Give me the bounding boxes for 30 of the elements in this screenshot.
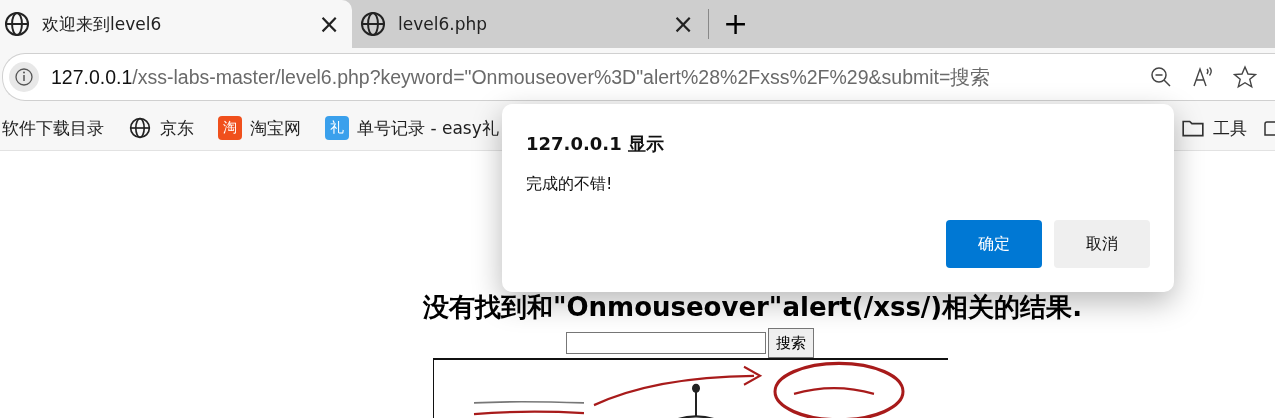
info-icon	[9, 62, 39, 92]
ok-button[interactable]: 确定	[946, 220, 1042, 268]
tab-title: level6.php	[398, 14, 488, 34]
bookmark-item[interactable]: 淘 淘宝网	[218, 116, 301, 140]
url-text: 127.0.0.1/xss-labs-master/level6.php?keyword="Onmouseover%3D"alert%28%2Fxss%2F%29&submit=搜索	[51, 64, 992, 90]
browser-tab[interactable]: level6.php ×	[352, 0, 706, 48]
search-button[interactable]: 搜索	[768, 328, 814, 358]
site-icon: 淘	[218, 116, 242, 140]
globe-icon	[4, 11, 30, 37]
tab-title: 欢迎来到level6	[42, 12, 163, 36]
bookmark-item[interactable]: 京东	[128, 116, 194, 140]
bookmark-item[interactable]: 礼 单号记录 - easy礼	[325, 116, 499, 140]
dialog-message: 完成的不错!	[526, 174, 614, 195]
browser-tab[interactable]: 欢迎来到level6 ×	[0, 0, 352, 48]
result-heading: 没有找到和"Onmouseover"alert(/xss/)相关的结果.	[422, 292, 1083, 322]
globe-icon	[360, 11, 386, 37]
bookmark-folder[interactable]: 工具	[1181, 116, 1247, 140]
star-icon[interactable]	[1233, 65, 1257, 89]
address-bar[interactable]: 127.0.0.1/xss-labs-master/level6.php?keyword="Onmouseover%3D"alert%28%2Fxss%2F%29&submit=搜索	[2, 53, 1275, 101]
close-tab-button[interactable]: ×	[318, 11, 340, 37]
cancel-button[interactable]: 取消	[1054, 220, 1150, 268]
dialog-title: 127.0.0.1 显示	[526, 132, 665, 156]
site-icon: 礼	[325, 116, 349, 140]
globe-icon	[128, 117, 152, 139]
close-tab-button[interactable]: ×	[672, 11, 694, 37]
read-aloud-icon[interactable]	[1191, 65, 1215, 89]
bookmark-item[interactable]: 软件下载目录	[2, 116, 104, 140]
zoom-out-icon[interactable]	[1149, 65, 1173, 89]
search-field[interactable]	[566, 332, 766, 354]
new-tab-button[interactable]: +	[719, 9, 753, 39]
